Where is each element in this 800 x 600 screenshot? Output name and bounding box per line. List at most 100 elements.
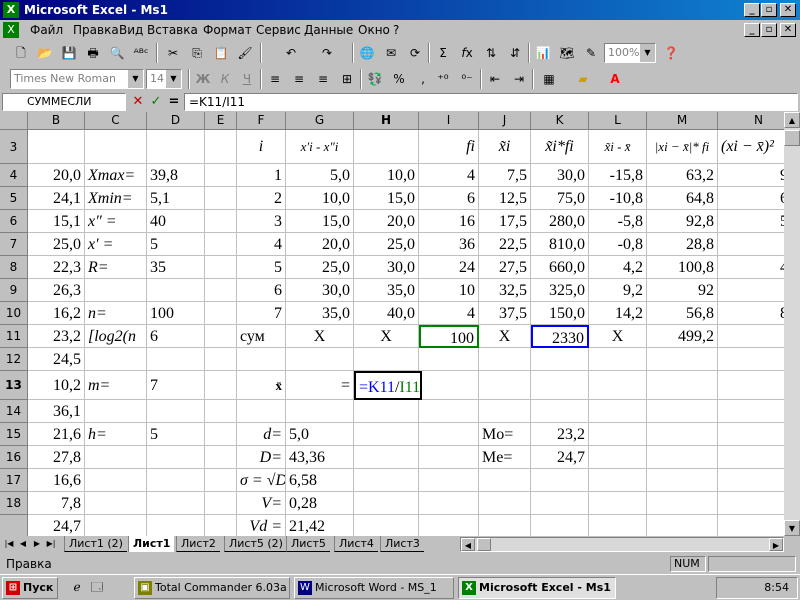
cell-d18[interactable] [147,492,205,515]
cell[interactable] [589,371,647,400]
row-header-12[interactable]: 12 [0,348,28,371]
name-box[interactable]: СУММЕСЛИ [2,93,126,111]
cell-b14[interactable]: 36,1 [28,400,85,423]
table-upper[interactable]: 25,0 [354,233,419,256]
table-fi[interactable]: 4 [419,164,479,187]
cell-c9[interactable] [85,279,147,302]
decrease-indent-icon[interactable]: ⇤ [484,69,506,89]
cell-b11[interactable]: 23,2 [28,325,85,348]
menu-help[interactable]: ? [393,20,399,40]
chart-wizard-icon[interactable]: 📊 [532,43,554,63]
table-lower[interactable]: 35,0 [286,302,354,325]
table-upper[interactable]: 15,0 [354,187,419,210]
cell-d7[interactable]: 5 [147,233,205,256]
sum-dev[interactable]: X [589,325,647,348]
row-header-15[interactable]: 15 [0,423,28,446]
table-abs[interactable]: 100,8 [647,256,718,279]
cell[interactable] [205,325,237,348]
table-fi[interactable]: 6 [419,187,479,210]
cell[interactable] [85,515,147,536]
stat-value[interactable]: 6,58 [286,469,354,492]
mode-median-label[interactable]: Me= [479,446,531,469]
print-icon[interactable]: 🖶 [82,43,104,63]
cell-c4[interactable]: Xmax= [85,164,147,187]
table-mid[interactable]: 37,5 [479,302,531,325]
redo-icon[interactable]: ↷ [316,43,338,63]
chevron-down-icon[interactable]: ▼ [165,70,181,88]
cell[interactable] [354,400,419,423]
cell-c16[interactable] [85,446,147,469]
cell[interactable] [205,400,237,423]
column-header-i[interactable]: I [419,112,479,130]
table-xf[interactable]: 30,0 [531,164,589,187]
column-header-j[interactable]: J [479,112,531,130]
mode-median-value[interactable]: 24,7 [531,446,589,469]
table-upper[interactable]: 30,0 [354,256,419,279]
stat-label[interactable]: V= [237,492,286,515]
table-fi[interactable]: 16 [419,210,479,233]
cell[interactable] [419,492,479,515]
cell-c6[interactable]: x″ = [85,210,147,233]
align-left-icon[interactable]: ≡ [264,69,286,89]
enter-icon[interactable]: ✓ [148,94,164,110]
header-xi[interactable]: x̃i [479,130,531,164]
cell-c11[interactable]: [log2(n [85,325,147,348]
cell-d16[interactable] [147,446,205,469]
stat-label[interactable]: σ = √D [237,469,286,492]
save-icon[interactable]: 💾 [58,43,80,63]
column-header-e[interactable]: E [205,112,237,130]
undo-icon[interactable]: ↶ [280,43,302,63]
cell-c18[interactable] [85,492,147,515]
sum-g[interactable]: X [286,325,354,348]
hyperlink-icon[interactable]: 🌐 [356,43,378,63]
select-all-corner[interactable] [0,112,28,130]
last-sheet-icon[interactable]: ▶| [44,537,58,551]
row-header-3[interactable]: 3 [0,130,28,164]
sum-xi[interactable]: X [479,325,531,348]
cell[interactable] [205,492,237,515]
font-select[interactable]: Times New Roman ▼ [10,69,144,89]
header-abs-dev[interactable]: |xi − x̄|* fi [647,130,718,164]
scroll-thumb[interactable] [784,130,800,146]
cell[interactable] [479,371,531,400]
tab-list5-2[interactable]: Лист5 (2) [224,536,287,552]
cell[interactable] [479,469,531,492]
cell[interactable] [354,492,419,515]
cell[interactable] [147,130,205,164]
cell-d4[interactable]: 39,8 [147,164,205,187]
table-dev[interactable]: -10,8 [589,187,647,210]
row-header-13[interactable]: 13 [0,371,28,400]
mean-equals[interactable]: = [286,371,354,400]
cell[interactable] [589,492,647,515]
tab-list2[interactable]: Лист2 [176,536,220,552]
column-header-f[interactable]: F [237,112,286,130]
cell[interactable] [479,348,531,371]
paste-icon[interactable]: 📋 [210,43,232,63]
cell[interactable] [28,130,85,164]
active-cell-editor[interactable]: =K11/I11 [354,371,422,400]
cell-b16[interactable]: 27,8 [28,446,85,469]
doc-restore-button[interactable]: ▫ [761,23,777,37]
table-lower[interactable]: 30,0 [286,279,354,302]
table-upper[interactable]: 20,0 [354,210,419,233]
spreadsheet-grid[interactable]: B C D E F G H I J K L M N 3 4 5 6 7 8 9 10 11 12 13 14 15 16 17 18 i x… [0,112,800,536]
cell[interactable] [205,371,237,400]
doc-close-button[interactable]: ✕ [780,23,796,37]
table-mid[interactable]: 12,5 [479,187,531,210]
cell-b15[interactable]: 21,6 [28,423,85,446]
stat-value[interactable]: 43,36 [286,446,354,469]
cell[interactable] [205,279,237,302]
scroll-left-icon[interactable]: ◀ [461,538,475,551]
currency-icon[interactable]: 💱 [364,69,386,89]
cell[interactable] [205,302,237,325]
cell-b19[interactable]: 24,7 [28,515,85,536]
table-i[interactable]: 5 [237,256,286,279]
scroll-right-icon[interactable]: ▶ [769,538,783,551]
table-xf[interactable]: 75,0 [531,187,589,210]
cell-b13[interactable]: 10,2 [28,371,85,400]
menu-file[interactable]: Файл [30,20,63,40]
table-lower[interactable]: 15,0 [286,210,354,233]
stat-value[interactable]: 21,42 [286,515,354,536]
chevron-down-icon[interactable]: ▼ [639,44,655,62]
table-fi[interactable]: 36 [419,233,479,256]
